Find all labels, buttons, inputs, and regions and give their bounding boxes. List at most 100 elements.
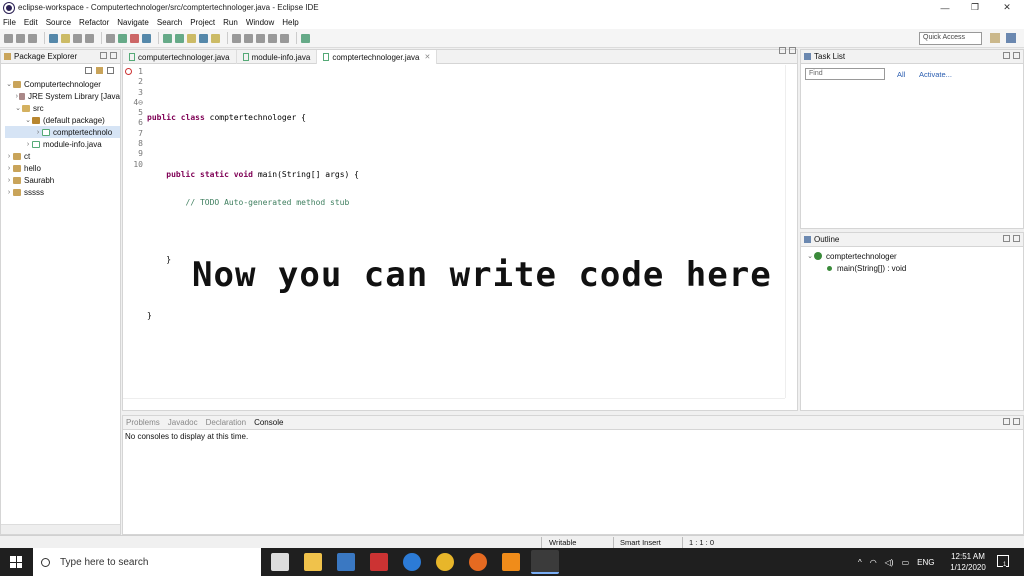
tab-comptertechnologer-java[interactable]: comptertechnologer.java ✕ [317, 50, 438, 64]
run-icon[interactable] [118, 33, 127, 43]
firefox-icon[interactable] [469, 553, 487, 571]
tab-declaration[interactable]: Declaration [206, 418, 246, 427]
maximize-view-icon[interactable] [110, 52, 117, 59]
new-icon[interactable] [4, 33, 13, 43]
save-all-icon[interactable] [28, 33, 37, 43]
volume-icon[interactable]: ◁) [885, 558, 894, 567]
taskbar-search-box[interactable]: Type here to search [33, 548, 261, 576]
office-icon[interactable] [370, 553, 388, 571]
expand-icon[interactable]: › [5, 153, 13, 160]
minimize-view-icon[interactable] [100, 52, 107, 59]
file-explorer-icon[interactable] [304, 553, 322, 571]
expand-icon[interactable]: › [5, 189, 13, 196]
expand-icon[interactable]: ⌄ [24, 116, 32, 124]
tree-item-sssss[interactable]: › sssss [5, 186, 120, 198]
last-edit-icon[interactable] [256, 33, 265, 43]
code-editor[interactable]: 1 2 3 4⊖ 5 6 7 8 9 10 public class compt… [123, 65, 797, 410]
minimize-button[interactable]: — [930, 0, 960, 15]
back-icon[interactable] [268, 33, 277, 43]
menu-navigate[interactable]: Navigate [117, 18, 149, 27]
overview-ruler[interactable] [785, 65, 796, 398]
expand-icon[interactable]: ⌄ [5, 80, 13, 88]
tree-item-ct[interactable]: › ct [5, 150, 120, 162]
menu-file[interactable]: File [3, 18, 16, 27]
task-all-link[interactable]: All [897, 70, 905, 79]
close-button[interactable]: ✕ [992, 0, 1022, 15]
tab-computertechnologer-java[interactable]: computertechnologer.java [123, 50, 237, 64]
new-package-icon[interactable] [163, 33, 172, 43]
expand-icon[interactable]: › [34, 129, 42, 136]
save-icon[interactable] [16, 33, 25, 43]
next-annotation-icon[interactable] [232, 33, 241, 43]
external-tools-icon[interactable] [130, 33, 139, 43]
mail-icon[interactable] [271, 553, 289, 571]
language-indicator[interactable]: ENG [917, 558, 934, 567]
pin-editor-icon[interactable] [301, 33, 310, 43]
view-menu-icon[interactable] [107, 67, 114, 74]
maximize-view-icon[interactable] [1013, 235, 1020, 242]
edge-icon[interactable] [403, 553, 421, 571]
expand-icon[interactable]: ⌄ [14, 104, 22, 112]
menu-source[interactable]: Source [46, 18, 71, 27]
tree-item-jre[interactable]: › JRE System Library [Java [5, 90, 120, 102]
task-list-title[interactable]: Task List [814, 52, 845, 61]
debug-icon[interactable] [106, 33, 115, 43]
tree-item-comptertechnologer-java[interactable]: › comptertechnolo [5, 126, 120, 138]
toggle-mark-icon[interactable] [61, 33, 70, 43]
minimize-view-icon[interactable] [1003, 418, 1010, 425]
battery-icon[interactable]: ▭ [902, 558, 910, 567]
store-icon[interactable] [337, 553, 355, 571]
menu-edit[interactable]: Edit [24, 18, 38, 27]
eclipse-taskbar-icon[interactable] [531, 550, 559, 574]
block-selection-icon[interactable] [73, 33, 82, 43]
expand-icon[interactable]: › [24, 141, 32, 148]
tray-chevron-icon[interactable]: ^ [858, 558, 862, 567]
quick-access-input[interactable]: Quick Access [919, 32, 982, 45]
minimize-view-icon[interactable] [1003, 235, 1010, 242]
vlc-icon[interactable] [502, 553, 520, 571]
menu-window[interactable]: Window [246, 18, 274, 27]
tree-item-src[interactable]: ⌄ src [5, 102, 120, 114]
horizontal-scrollbar[interactable] [1, 524, 120, 534]
tab-javadoc[interactable]: Javadoc [168, 418, 198, 427]
link-editor-icon[interactable] [96, 67, 103, 74]
outline-item-class[interactable]: ⌄ comptertechnologer [801, 250, 1023, 262]
tab-console[interactable]: Console [254, 418, 283, 427]
minimize-view-icon[interactable] [779, 47, 786, 54]
start-button[interactable] [0, 548, 32, 576]
tree-item-module-info[interactable]: › module-info.java [5, 138, 120, 150]
task-find-input[interactable]: Find [805, 68, 885, 80]
tree-item-hello[interactable]: › hello [5, 162, 120, 174]
collapse-all-icon[interactable] [85, 67, 92, 74]
network-icon[interactable]: ◠ [870, 558, 877, 567]
maximize-button[interactable]: ❐ [960, 0, 990, 15]
coverage-icon[interactable] [142, 33, 151, 43]
tree-item-saurabh[interactable]: › Saurabh [5, 174, 120, 186]
menu-refactor[interactable]: Refactor [79, 18, 109, 27]
tab-problems[interactable]: Problems [126, 418, 160, 427]
pin-icon[interactable] [49, 33, 58, 43]
outline-item-method[interactable]: main(String[]) : void [801, 262, 1023, 274]
expand-icon[interactable]: › [5, 177, 13, 184]
close-tab-icon[interactable]: ✕ [425, 53, 431, 61]
tree-item-default-package[interactable]: ⌄ (default package) [5, 114, 120, 126]
expand-icon[interactable]: › [5, 165, 13, 172]
tree-item-computertechnologer[interactable]: ⌄ Computertechnologer [5, 78, 120, 90]
task-activate-link[interactable]: Activate... [919, 70, 952, 79]
menu-run[interactable]: Run [223, 18, 238, 27]
taskbar-clock[interactable]: 12:51 AM 1/12/2020 [938, 551, 998, 573]
menu-project[interactable]: Project [190, 18, 215, 27]
error-marker-icon[interactable] [125, 68, 132, 75]
editor-horizontal-scrollbar[interactable] [123, 398, 785, 410]
outline-title[interactable]: Outline [814, 235, 839, 244]
open-type-icon[interactable] [187, 33, 196, 43]
whitespace-icon[interactable] [85, 33, 94, 43]
prev-annotation-icon[interactable] [244, 33, 253, 43]
open-perspective-icon[interactable] [990, 33, 1000, 43]
package-explorer-title[interactable]: Package Explorer [14, 52, 77, 61]
maximize-view-icon[interactable] [789, 47, 796, 54]
new-class-icon[interactable] [175, 33, 184, 43]
forward-icon[interactable] [280, 33, 289, 43]
minimize-view-icon[interactable] [1003, 52, 1010, 59]
maximize-view-icon[interactable] [1013, 52, 1020, 59]
